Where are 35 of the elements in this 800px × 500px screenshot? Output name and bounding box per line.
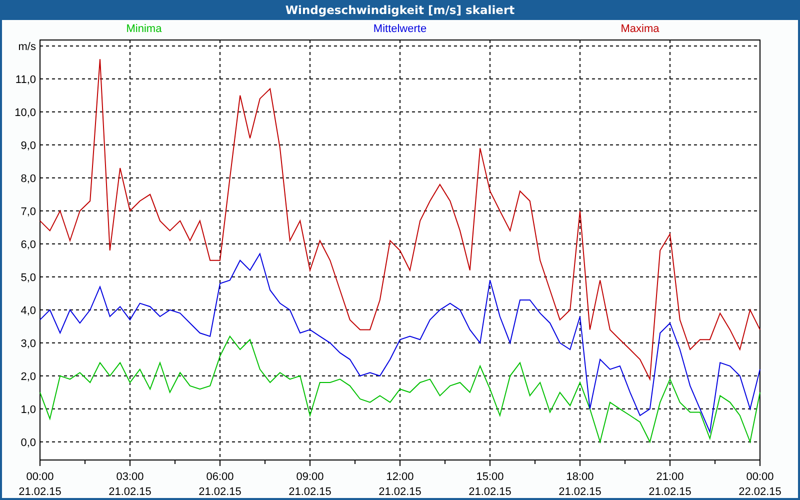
x-axis-time-label: 21:00 xyxy=(656,471,684,483)
y-axis-label: 11,0 xyxy=(15,74,36,86)
x-axis-date-label: 22.02.15 xyxy=(738,486,782,498)
y-axis-label: m/s xyxy=(18,40,36,53)
x-axis-date-label: 21.02.15 xyxy=(558,486,602,498)
y-axis-label: 0,0 xyxy=(20,436,36,449)
x-axis-time-label: 15:00 xyxy=(476,471,504,483)
y-axis-label: 9,0 xyxy=(20,140,36,152)
x-axis-date-label: 21.02.15 xyxy=(288,486,332,498)
y-axis-label: 4,0 xyxy=(20,304,36,317)
window-title: Windgeschwindigkeit [m/s] skaliert xyxy=(284,2,516,19)
x-axis-time-label: 00:00 xyxy=(26,471,54,483)
x-axis-time-label: 09:00 xyxy=(296,471,324,483)
x-axis-date-label: 21.02.15 xyxy=(108,486,152,498)
y-axis-label: 8,0 xyxy=(20,172,36,185)
x-axis-time-label: 18:00 xyxy=(566,471,594,483)
y-axis-label: 10,0 xyxy=(14,106,36,119)
y-axis-label: 2,0 xyxy=(20,370,36,383)
y-axis-label: 7,0 xyxy=(20,206,36,218)
x-axis-time-label: 06:00 xyxy=(206,471,234,483)
x-axis-date-label: 21.02.15 xyxy=(468,486,512,498)
x-axis-date-label: 21.02.15 xyxy=(18,486,62,498)
y-axis-label: 6,0 xyxy=(20,238,36,251)
y-axis-label: 1,0 xyxy=(20,404,36,416)
x-axis-date-label: 21.02.15 xyxy=(378,486,422,498)
legend-label: Minima xyxy=(126,23,162,35)
x-axis-date-label: 21.02.15 xyxy=(198,486,242,498)
legend-label: Maxima xyxy=(620,23,660,35)
legend-label: Mittelwerte xyxy=(373,23,427,35)
y-axis-label: 5,0 xyxy=(20,272,36,284)
x-axis-time-label: 00:00 xyxy=(746,471,774,483)
x-axis-time-label: 12:00 xyxy=(386,471,414,483)
y-axis-label: 3,0 xyxy=(20,338,36,350)
x-axis-time-label: 03:00 xyxy=(116,471,144,483)
x-axis-date-label: 21.02.15 xyxy=(648,486,692,498)
